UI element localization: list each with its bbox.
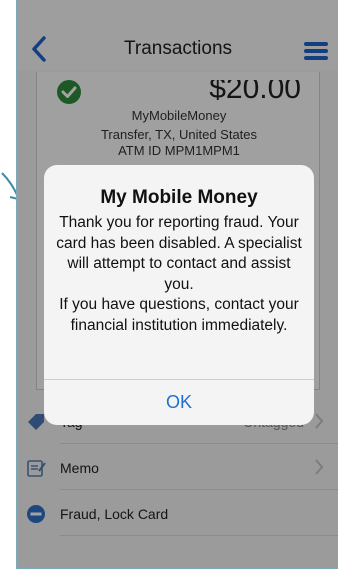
alert-message: Thank you for reporting fraud. Your card… <box>54 213 304 336</box>
fraud-alert-dialog: My Mobile Money Thank you for reporting … <box>44 165 314 425</box>
alert-title: My Mobile Money <box>100 187 258 208</box>
alert-message-text: Thank you for reporting fraud. Your card… <box>56 214 302 334</box>
ok-button[interactable]: OK <box>44 380 314 425</box>
phone-screen: Transactions $20.00 MyMobileMoney Transf… <box>16 0 338 569</box>
